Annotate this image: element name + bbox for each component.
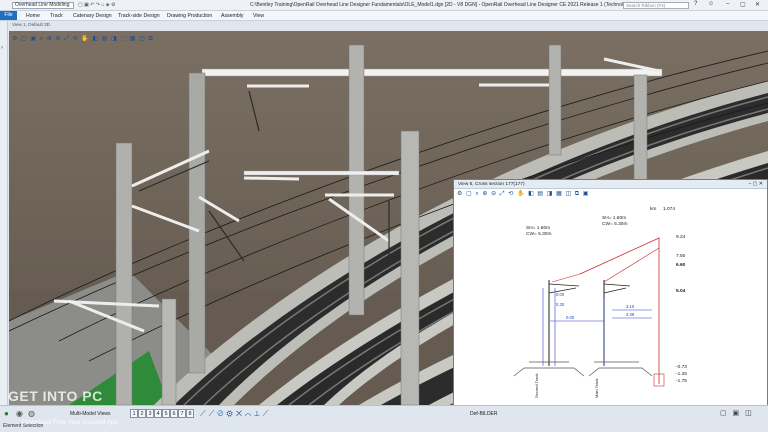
help-icon[interactable]: ? xyxy=(694,1,697,7)
view5-title: View 5, Cross section 177(177) xyxy=(458,182,525,187)
window-title: C:\Bentley Training\OpenRail Overhead Li… xyxy=(250,2,652,8)
tab-file[interactable]: File xyxy=(0,11,17,20)
view-button-2[interactable]: 2 xyxy=(138,409,146,418)
left-panel[interactable]: › xyxy=(0,21,8,411)
active-level[interactable]: Def-BILDER xyxy=(470,409,498,419)
view-button-3[interactable]: 3 xyxy=(146,409,154,418)
title-bar: Overhead Line Modeling ▢ ▣ ↶ ↷ ⌂ ◈ ⚙ C:\… xyxy=(0,0,768,11)
view5-window[interactable]: View 5, Cross section 177(177) – ▢ ✕ ⚙ ▢… xyxy=(453,179,768,407)
tab-assembly[interactable]: Assembly xyxy=(221,12,244,20)
view5-toolbar[interactable]: ⚙ ▢ ⌕ ⊕ ⊖ ⤢ ⟲ ✋ ◧ ▤ ◨ ▦ ◫ ⧉ ▣ xyxy=(457,190,589,198)
view-button-4[interactable]: 4 xyxy=(154,409,162,418)
view-button-5[interactable]: 5 xyxy=(162,409,170,418)
watermark-tagline: Download Free Your Desired App xyxy=(22,419,119,426)
elev-6-60: 6.60 xyxy=(676,262,686,268)
tab-view[interactable]: View xyxy=(253,12,264,20)
dim-0-30: 0.30 xyxy=(556,302,565,307)
view-button-6[interactable]: 6 xyxy=(170,409,178,418)
cross-section-drawing[interactable]: SH= 1.60m CW= 5.30m SH= 1.60m CW= 5.30m … xyxy=(454,198,768,407)
sync-icon[interactable]: ◍ xyxy=(28,409,35,419)
record-icon[interactable]: ◉ xyxy=(16,409,23,419)
elev-neg-1-75: -1.75 xyxy=(676,378,687,384)
tab-track-side-design[interactable]: Track-side Design xyxy=(118,12,160,20)
dim-3-10: 3.10 xyxy=(626,304,635,309)
view5-window-controls[interactable]: – ▢ ✕ xyxy=(749,181,763,187)
workflow-selector[interactable]: Overhead Line Modeling xyxy=(12,2,74,9)
view-button-8[interactable]: 8 xyxy=(186,409,194,418)
play-icon[interactable]: ● xyxy=(4,409,9,419)
quick-access-toolbar[interactable]: ▢ ▣ ↶ ↷ ⌂ ◈ ⚙ xyxy=(78,2,116,8)
close-icon[interactable]: ✕ xyxy=(755,1,760,8)
view5-header: View 5, Cross section 177(177) – ▢ ✕ xyxy=(454,180,767,189)
annot-right-cw: CW= 5.30m xyxy=(602,221,627,227)
view-number-buttons[interactable]: 12345678 xyxy=(130,409,194,419)
snap-tools[interactable]: ⟋⟋⊘⚙✕⌒⟂⟋ xyxy=(200,409,271,419)
maximize-icon[interactable]: ▢ xyxy=(740,1,746,8)
tab-catenary-design[interactable]: Catenary Design xyxy=(73,12,112,20)
view-button-1[interactable]: 1 xyxy=(130,409,138,418)
view-mode-selector[interactable]: Multi-Model Views xyxy=(70,409,110,419)
annot-left-cw: CW= 5.30m xyxy=(526,231,551,237)
track-label-second: Second Track xyxy=(534,374,539,398)
status-icons[interactable]: ▢ ▣ ◫ xyxy=(720,409,754,419)
annot-right-sh: SH= 1.60m xyxy=(602,215,626,221)
track-label-main: Main Track xyxy=(594,378,599,398)
elev-7-50: 7.50 xyxy=(676,253,686,259)
elev-5-04: 5.04 xyxy=(676,288,686,294)
tab-home[interactable]: Home xyxy=(26,12,40,20)
elev-neg-0-73: -0.73 xyxy=(676,364,687,370)
dim-0-00-b: 0.00 xyxy=(566,315,575,320)
elev-9-24: 9.24 xyxy=(676,234,686,240)
view1-toolbar[interactable]: ⚙ ▢ ▣ ⌕ ⊕ ⊖ ⤢ ⟲ ✋ ◧ ▤ ◨ ⬚ ▦ ◫ ⧉ xyxy=(12,35,154,44)
tab-drawing-production[interactable]: Drawing Production xyxy=(167,12,212,20)
view-button-7[interactable]: 7 xyxy=(178,409,186,418)
expand-panel-icon[interactable]: › xyxy=(1,45,3,51)
dim-3-39: 3.39 xyxy=(626,312,635,317)
minimize-icon[interactable]: – xyxy=(726,1,729,7)
view1-title: View 1, Default 3D xyxy=(12,22,50,27)
km-value: 1.074 xyxy=(663,206,675,212)
tab-track[interactable]: Track xyxy=(50,12,63,20)
search-input[interactable]: Search Ribbon (F4) xyxy=(623,2,689,9)
watermark-logo: GET INTO PC xyxy=(8,388,103,404)
elev-neg-1-25: -1.25 xyxy=(676,371,687,377)
dim-0-00-a: 0.00 xyxy=(556,292,565,297)
ribbon-tabs: File Home Track Catenary Design Track-si… xyxy=(0,11,768,21)
user-icon[interactable]: ☺ xyxy=(708,1,714,7)
km-label: km xyxy=(650,206,656,212)
annot-left-sh: SH= 1.60m xyxy=(526,225,550,231)
